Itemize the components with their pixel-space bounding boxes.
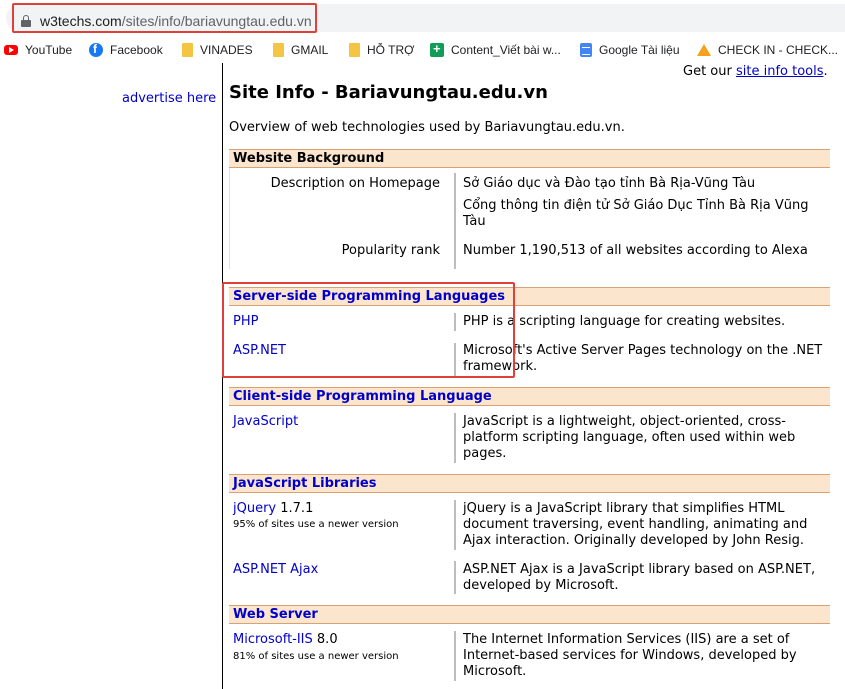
bookmark-gmail[interactable]: GMAIL <box>273 42 328 58</box>
jquery-description: jQuery is a JavaScript library that simp… <box>463 501 808 548</box>
row-separator-bar <box>454 631 456 681</box>
jquery-version-note: 95% of sites use a newer version <box>233 519 399 530</box>
row-separator-bar <box>454 500 456 550</box>
tech-row-iis: Microsoft-IIS 8.0 <box>233 632 338 647</box>
bookmark-label: YouTube <box>25 43 73 57</box>
section-title-link[interactable]: JavaScript Libraries <box>233 476 377 491</box>
folder-icon <box>349 43 360 57</box>
folder-icon <box>182 43 193 57</box>
left-sidebar <box>0 63 222 689</box>
note-suffix: . <box>823 64 828 79</box>
server-side-highlight-box <box>222 282 515 378</box>
description-value-1: Sở Giáo dục và Đào tạo tỉnh Bà Rịa-Vũng … <box>463 176 756 191</box>
youtube-icon <box>4 45 18 55</box>
bookmark-facebook[interactable]: Facebook <box>89 42 163 58</box>
bookmark-label: Google Tài liệu <box>599 43 680 57</box>
bookmark-content[interactable]: Content_Viết bài w... <box>430 41 561 58</box>
popularity-label: Popularity rank <box>341 243 440 258</box>
iis-version-note: 81% of sites use a newer version <box>233 651 399 662</box>
row-separator-bar <box>454 561 456 594</box>
jquery-link[interactable]: jQuery <box>233 501 276 516</box>
bookmark-label: Facebook <box>110 43 163 57</box>
iis-link[interactable]: Microsoft-IIS <box>233 632 313 647</box>
jquery-version: 1.7.1 <box>276 501 314 516</box>
section-title-link[interactable]: Web Server <box>233 607 318 622</box>
description-value-2: Cổng thông tin điện tử Sở Giáo Dục Tỉnh … <box>463 198 809 229</box>
folder-icon <box>273 43 284 57</box>
section-client-side-language: Client-side Programming Language <box>229 387 830 406</box>
bookmark-ho-tro[interactable]: HỖ TRỢ <box>349 42 414 58</box>
bookmark-label: CHECK IN - CHECK... <box>718 43 839 57</box>
bookmarks-bar: YouTube Facebook VINADES GMAIL HỖ TRỢ Co… <box>0 36 845 63</box>
section-left-border <box>229 168 230 269</box>
popularity-value: Number 1,190,513 of all websites accordi… <box>463 243 808 258</box>
aspnet-ajax-description: ASP.NET Ajax is a JavaScript library bas… <box>463 562 816 593</box>
php-description: PHP is a scripting language for creating… <box>463 314 786 329</box>
address-bar: w3techs.com/sites/info/bariavungtau.edu.… <box>0 0 845 36</box>
javascript-description: JavaScript is a lightweight, object-orie… <box>463 414 796 461</box>
bookmark-label: VINADES <box>200 43 253 57</box>
section-web-server: Web Server <box>229 605 830 624</box>
note-prefix: Get our <box>683 64 736 79</box>
bookmark-youtube[interactable]: YouTube <box>4 42 72 58</box>
tech-row-javascript: JavaScript <box>233 414 298 429</box>
row-separator-bar <box>454 173 456 269</box>
drive-icon <box>697 44 711 56</box>
site-info-tools-note: Get our site info tools. <box>683 64 828 79</box>
overview-text: Overview of web technologies used by Bar… <box>229 120 625 135</box>
section-javascript-libraries: JavaScript Libraries <box>229 474 830 493</box>
bookmark-label: GMAIL <box>291 43 329 57</box>
docs-icon <box>580 43 592 57</box>
tech-row-aspnet-ajax: ASP.NET Ajax <box>233 562 318 577</box>
bookmark-google-tai-lieu[interactable]: Google Tài liệu <box>580 42 680 58</box>
iis-version: 8.0 <box>312 632 338 647</box>
section-title: Website Background <box>233 151 385 166</box>
aspnet-description: Microsoft's Active Server Pages technolo… <box>463 343 823 374</box>
bookmark-label: HỖ TRỢ <box>367 43 415 57</box>
row-separator-bar <box>454 413 456 463</box>
facebook-icon <box>89 42 103 57</box>
aspnet-ajax-link[interactable]: ASP.NET Ajax <box>233 562 318 577</box>
iis-description: The Internet Information Services (IIS) … <box>463 632 797 679</box>
section-website-background: Website Background <box>229 149 830 168</box>
javascript-link[interactable]: JavaScript <box>233 414 298 429</box>
site-info-tools-link[interactable]: site info tools <box>736 64 824 79</box>
page-title: Site Info - Bariavungtau.edu.vn <box>229 82 548 103</box>
section-title-link[interactable]: Client-side Programming Language <box>233 389 492 404</box>
advertise-link[interactable]: advertise here <box>122 91 216 106</box>
bookmark-vinades[interactable]: VINADES <box>182 42 253 58</box>
sheets-icon <box>430 41 444 57</box>
bookmark-check-in[interactable]: CHECK IN - CHECK... <box>697 42 838 58</box>
url-highlight-box <box>12 3 317 33</box>
tech-row-jquery: jQuery 1.7.1 <box>233 501 313 516</box>
bookmark-label: Content_Viết bài w... <box>451 43 561 57</box>
description-label: Description on Homepage <box>270 176 440 191</box>
